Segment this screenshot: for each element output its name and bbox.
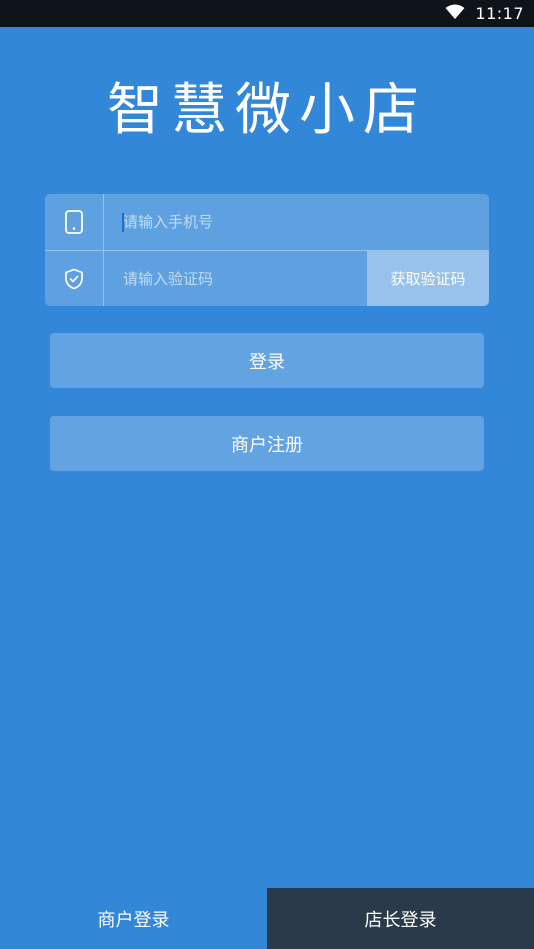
get-code-button[interactable]: 获取验证码 — [367, 251, 489, 306]
status-time: 11:17 — [475, 4, 524, 23]
status-right: 11:17 — [445, 0, 524, 27]
shield-check-icon — [45, 251, 104, 306]
tab-manager-login[interactable]: 店长登录 — [267, 888, 534, 949]
text-cursor — [122, 213, 124, 232]
status-bar: 11:17 — [0, 0, 534, 27]
register-button[interactable]: 商户注册 — [50, 416, 484, 471]
code-row: 获取验证码 — [45, 250, 489, 306]
login-button[interactable]: 登录 — [50, 333, 484, 388]
phone-icon — [45, 194, 104, 250]
tab-merchant-login[interactable]: 商户登录 — [0, 888, 267, 949]
code-input[interactable] — [105, 251, 365, 306]
phone-input[interactable] — [105, 194, 485, 250]
bottom-tabs: 商户登录 店长登录 — [0, 888, 534, 949]
app-logo: 智慧微小店 — [107, 77, 427, 143]
wifi-icon — [445, 4, 465, 24]
phone-row — [45, 194, 489, 250]
login-form: 获取验证码 — [45, 194, 489, 306]
